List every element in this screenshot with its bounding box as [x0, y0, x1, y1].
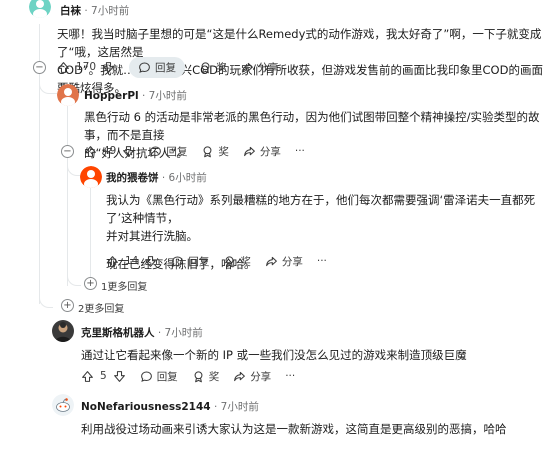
expand-replies-icon[interactable]: + — [84, 277, 97, 290]
thread-hook — [67, 162, 81, 176]
award-icon — [192, 370, 205, 383]
comment-author[interactable]: 我的猥卷饼 · 6小时前 — [106, 170, 207, 185]
comment-time: 7小时前 — [91, 5, 130, 17]
downvote-icon[interactable] — [122, 145, 135, 158]
more-options-button[interactable]: ··· — [293, 61, 303, 73]
vote-count: 49 — [103, 145, 117, 157]
award-button[interactable]: 奖 — [192, 369, 219, 384]
upvote-icon[interactable] — [84, 145, 97, 158]
thread-hook — [39, 80, 57, 94]
avatar[interactable] — [57, 84, 79, 106]
award-icon — [223, 255, 236, 268]
reply-button[interactable]: 回复 — [129, 56, 186, 78]
collapse-button[interactable]: − — [61, 145, 74, 158]
comment-actions: 14 回复 奖 分享 ··· — [106, 250, 341, 272]
more-options-button[interactable]: ··· — [285, 370, 295, 382]
thread-hook — [67, 276, 81, 286]
comment-body: 通过让它看起来像一个新的 IP 或一些我们没怎么见过的游戏来制造顶级巨魔 — [81, 348, 467, 362]
award-button[interactable]: 奖 — [201, 144, 229, 159]
comment-author[interactable]: 白袜 · 7小时前 — [60, 3, 129, 18]
expand-replies-icon[interactable]: + — [61, 299, 74, 312]
comment-time: 7小时前 — [164, 327, 203, 339]
downvote-icon[interactable] — [144, 255, 157, 268]
comment-actions: 5 回复 奖 分享 ··· — [81, 365, 309, 387]
more-replies-link[interactable]: 1更多回复 — [101, 278, 147, 293]
collapse-button[interactable]: − — [33, 61, 46, 74]
share-button[interactable]: 分享 — [243, 144, 281, 159]
comment-time: 6小时前 — [168, 172, 207, 184]
comment-actions: 170 回复 奖 分享 ··· — [57, 56, 317, 78]
thread-hook — [39, 296, 53, 308]
share-icon — [265, 255, 278, 268]
upvote-icon[interactable] — [57, 61, 70, 74]
comment-author[interactable]: NoNefariousness2144 · 7小时前 — [81, 399, 259, 414]
avatar[interactable] — [52, 320, 74, 342]
thread-line-level3 — [90, 186, 91, 278]
comment-author[interactable]: 克里斯格机器人 · 7小时前 — [81, 325, 203, 340]
share-button[interactable]: 分享 — [233, 369, 271, 384]
share-icon — [243, 145, 256, 158]
comment-icon — [138, 61, 151, 74]
reply-button[interactable]: 回复 — [140, 369, 178, 384]
award-button[interactable]: 奖 — [223, 254, 251, 269]
vote-count: 14 — [125, 255, 139, 267]
comment-time: 7小时前 — [148, 90, 187, 102]
comment-icon — [140, 370, 153, 383]
comment-body: 利用战役过场动画来引诱大家认为这是一款新游戏，这简直是更高级别的恶搞，哈哈 — [81, 422, 507, 436]
more-options-button[interactable]: ··· — [317, 255, 327, 267]
share-button[interactable]: 分享 — [265, 254, 303, 269]
upvote-icon[interactable] — [106, 255, 119, 268]
share-icon — [241, 61, 254, 74]
comment-author[interactable]: HopperPl · 7小时前 — [84, 88, 187, 103]
avatar[interactable] — [52, 394, 74, 416]
comment-icon — [171, 255, 184, 268]
reply-button[interactable]: 回复 — [149, 144, 187, 159]
comment-icon — [149, 145, 162, 158]
award-button[interactable]: 奖 — [199, 60, 227, 75]
vote-count: 170 — [76, 61, 97, 73]
avatar[interactable] — [80, 166, 102, 188]
more-options-button[interactable]: ··· — [295, 145, 305, 157]
share-icon — [233, 370, 246, 383]
comment-actions: 49 回复 奖 分享 ··· — [84, 140, 319, 162]
downvote-icon[interactable] — [113, 370, 126, 383]
upvote-icon[interactable] — [81, 370, 94, 383]
avatar[interactable] — [29, 0, 51, 18]
share-button[interactable]: 分享 — [241, 60, 279, 75]
downvote-icon[interactable] — [102, 61, 115, 74]
award-icon — [201, 145, 214, 158]
award-icon — [199, 61, 212, 74]
more-replies-link[interactable]: 2更多回复 — [78, 300, 124, 315]
thread-line-level2 — [67, 102, 68, 286]
vote-count: 5 — [100, 370, 107, 382]
comment-time: 7小时前 — [220, 401, 259, 413]
reply-button[interactable]: 回复 — [171, 254, 209, 269]
